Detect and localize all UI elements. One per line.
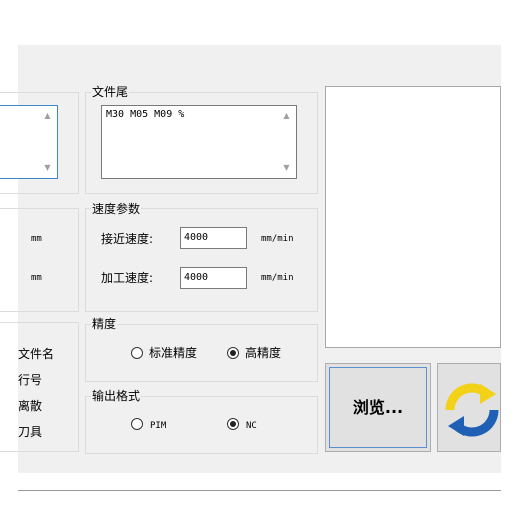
output-format-group — [85, 396, 318, 454]
pim-radio[interactable] — [131, 418, 143, 430]
file-header-scrollbar[interactable]: ▲ ▼ — [41, 109, 54, 175]
file-tail-legend: 文件尾 — [91, 85, 130, 99]
preview-area — [325, 86, 501, 348]
left-unit-2: mm — [31, 273, 42, 283]
radio-selected-dot — [230, 421, 236, 427]
browse-button-label: 浏览... — [352, 398, 404, 417]
refresh-icon — [445, 383, 499, 437]
file-header-textarea[interactable]: ▲ ▼ — [0, 105, 58, 179]
left-option-tool[interactable]: 刀具 — [18, 425, 42, 439]
precision-group — [85, 324, 318, 382]
precision-legend: 精度 — [91, 317, 118, 331]
pim-label[interactable]: PIM — [150, 419, 166, 433]
nc-label[interactable]: NC — [246, 419, 257, 433]
status-divider — [18, 490, 501, 491]
speed-params-legend: 速度参数 — [91, 202, 142, 216]
refresh-button[interactable] — [437, 363, 501, 452]
radio-selected-dot — [230, 350, 236, 356]
approach-speed-label: 接近速度: — [101, 232, 154, 246]
high-precision-label[interactable]: 高精度 — [245, 346, 281, 360]
speed-params-group — [85, 208, 318, 312]
standard-precision-radio[interactable] — [131, 347, 143, 359]
left-unit-1: mm — [31, 234, 42, 244]
scroll-down-icon[interactable]: ▼ — [41, 163, 54, 173]
approach-speed-input[interactable]: 4000 — [180, 227, 247, 249]
high-precision-radio[interactable] — [227, 347, 239, 359]
nc-radio[interactable] — [227, 418, 239, 430]
left-option-discrete[interactable]: 离散 — [18, 399, 42, 413]
scroll-up-icon[interactable]: ▲ — [280, 111, 293, 121]
scroll-up-icon[interactable]: ▲ — [41, 111, 54, 121]
file-tail-content: M30 M05 M09 % — [106, 109, 185, 120]
machining-speed-label: 加工速度: — [101, 271, 154, 285]
output-format-legend: 输出格式 — [91, 389, 142, 403]
left-units-group — [0, 208, 79, 312]
browse-button[interactable]: 浏览... — [325, 363, 431, 452]
left-option-line-number[interactable]: 行号 — [18, 373, 42, 387]
left-option-filename[interactable]: 文件名 — [18, 347, 54, 361]
file-tail-scrollbar[interactable]: ▲ ▼ — [280, 109, 293, 175]
file-tail-textarea[interactable]: M30 M05 M09 % ▲ ▼ — [101, 105, 297, 179]
machining-speed-unit: mm/min — [261, 273, 294, 283]
scroll-down-icon[interactable]: ▼ — [280, 163, 293, 173]
approach-speed-unit: mm/min — [261, 234, 294, 244]
machining-speed-input[interactable]: 4000 — [180, 267, 247, 289]
standard-precision-label[interactable]: 标准精度 — [149, 346, 197, 360]
